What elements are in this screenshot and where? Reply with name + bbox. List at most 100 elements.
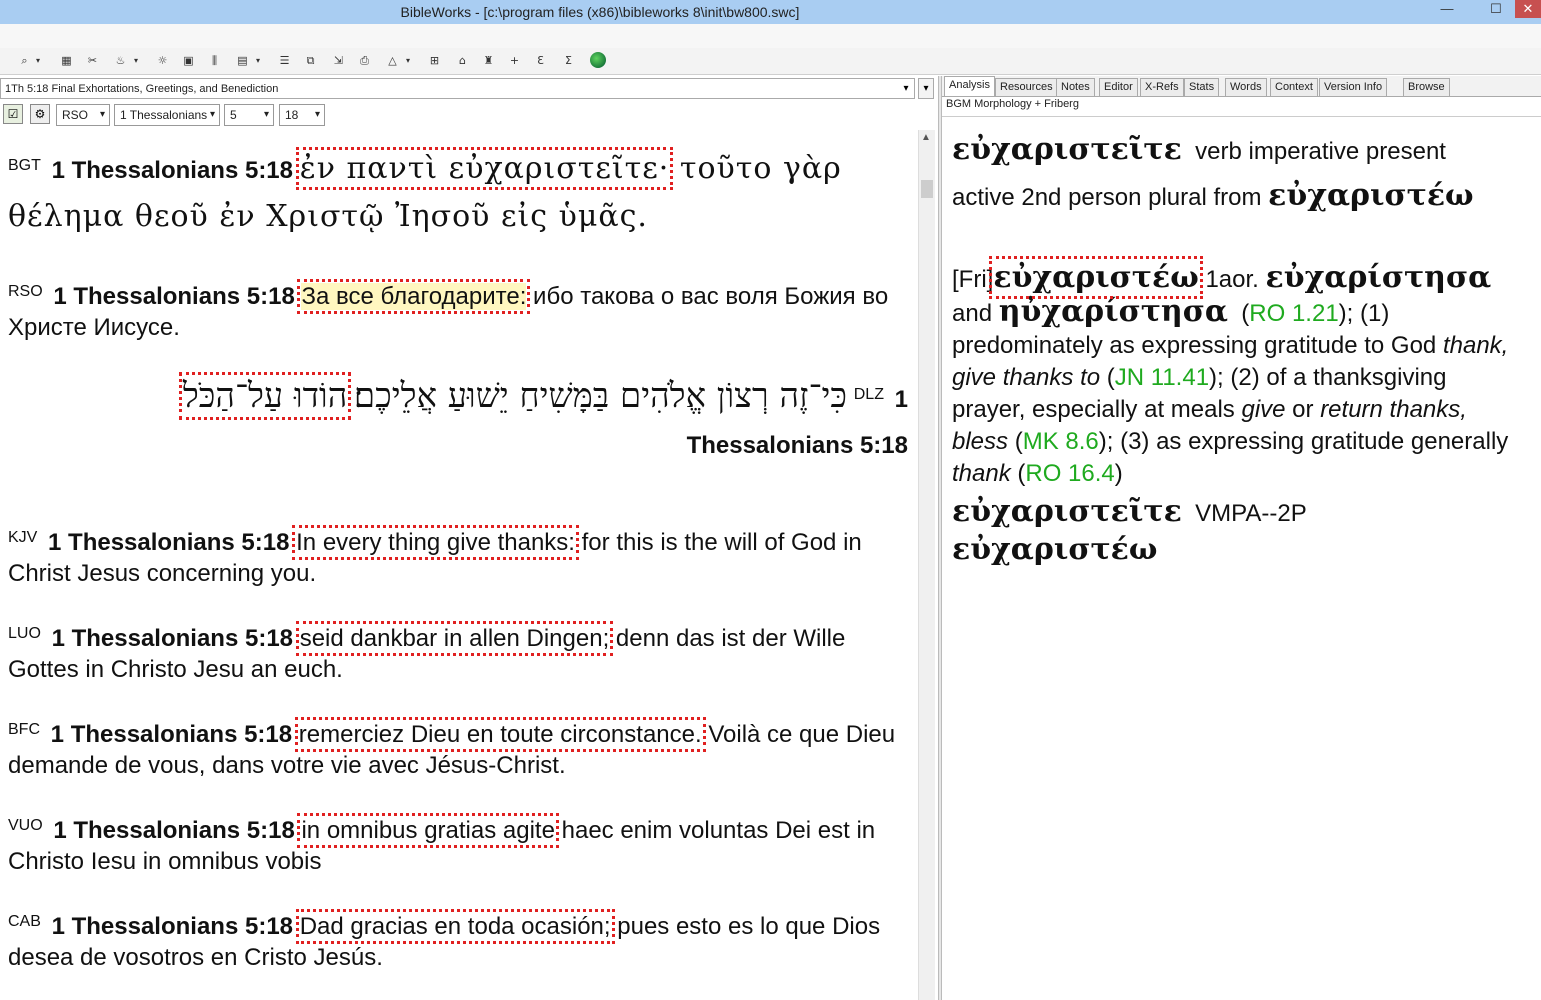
version-select[interactable]: RSO ▾ xyxy=(56,104,110,126)
export-icon[interactable]: ⇲ xyxy=(330,52,347,69)
scroll-up-icon[interactable]: ▲ xyxy=(921,132,931,143)
verse-rso: RSO 1 Thessalonians 5:18 За все благодар… xyxy=(8,276,908,343)
verse-reference[interactable]: 1 Thessalonians 5:18 xyxy=(53,283,294,310)
search-icon[interactable]: ⌕ xyxy=(16,52,33,69)
version-icon[interactable]: Ɛ xyxy=(532,52,549,69)
verse-reference[interactable]: 1 Thessalonians 5:18 xyxy=(52,625,293,652)
divider xyxy=(942,116,1541,117)
chevron-down-icon[interactable]: ▾ xyxy=(406,52,414,69)
maximize-button[interactable]: ☐ xyxy=(1481,0,1511,18)
vertical-scrollbar[interactable]: ▲ xyxy=(918,130,935,1000)
version-label: VUO xyxy=(8,817,43,834)
morph-code: VMPA--2P xyxy=(1195,500,1307,527)
verse-highlight: За все благодарите: xyxy=(297,279,531,314)
tab-stats[interactable]: Stats xyxy=(1184,78,1220,96)
tab-editor[interactable]: Editor xyxy=(1099,78,1138,96)
aorist-label: 1aor. xyxy=(1205,266,1259,293)
plus-icon[interactable]: + xyxy=(506,52,523,69)
chapter-select-value: 5 xyxy=(230,108,237,122)
tab-version-info[interactable]: Version Info xyxy=(1319,78,1388,96)
grid-icon[interactable]: ▤ xyxy=(234,52,251,69)
verse-reference[interactable]: 1 Thessalonians 5:18 xyxy=(48,529,289,556)
tab-analysis[interactable]: Analysis xyxy=(944,76,995,96)
friberg-entry: [Fri]εὐχαριστέω 1aor. εὐχαρίστησα and ηὐ… xyxy=(952,256,1509,567)
window-title: BibleWorks - [c:\program files (x86)\bib… xyxy=(400,4,800,20)
definition-gloss: give xyxy=(1241,396,1286,423)
copy-icon[interactable]: ⧉ xyxy=(302,52,319,69)
verse-text: כִּי־זֶה רְצוֹן אֱלֹהִים בַּמָּשִׁיחַ יֵ… xyxy=(353,376,848,416)
verse-highlight: ἐν παντὶ εὐχαριστεῖτε· xyxy=(295,147,674,190)
layout-icon[interactable]: ⊞ xyxy=(426,52,443,69)
window-icon[interactable]: ▣ xyxy=(180,52,197,69)
tools-icon[interactable]: ⚙ xyxy=(30,104,50,124)
verse-highlight: seid dankbar in allen Dingen; xyxy=(295,621,614,656)
verse-reference[interactable]: 1 Thessalonians 5:18 xyxy=(51,721,292,748)
scripture-link[interactable]: JN 11.41 xyxy=(1115,364,1209,391)
menu-bar xyxy=(0,24,1541,49)
chevron-down-icon: ▾ xyxy=(314,109,320,120)
tools-icon[interactable]: ✂ xyxy=(84,52,101,69)
verse-select[interactable]: 18 ▾ xyxy=(279,104,325,126)
code-lemma[interactable]: εὐχαριστέω xyxy=(952,532,1157,567)
verse-highlight: Dad gracias en toda ocasión; xyxy=(295,909,615,944)
scrollbar-thumb[interactable] xyxy=(921,180,933,198)
passage-selector[interactable]: 1Th 5:18 Final Exhortations, Greetings, … xyxy=(0,78,915,99)
verse-highlight: הוֹדוּ עַל־הַכֹּל xyxy=(178,372,352,420)
verse-reference[interactable]: 1 Thessalonians 5:18 xyxy=(52,913,293,940)
form-icon[interactable]: ⌂ xyxy=(454,52,471,69)
chevron-down-icon[interactable]: ▾ xyxy=(899,80,913,97)
definition-text: ; (3) as expressing gratitude generally xyxy=(1106,428,1509,455)
tab-resources[interactable]: Resources xyxy=(995,78,1058,96)
scripture-link[interactable]: RO 16.4 xyxy=(1025,460,1114,487)
tab-xrefs[interactable]: X-Refs xyxy=(1140,78,1184,96)
verse-highlight: In every thing give thanks: xyxy=(292,525,579,560)
minimize-button[interactable]: — xyxy=(1432,0,1462,18)
tab-context[interactable]: Context xyxy=(1270,78,1318,96)
version-label: BFC xyxy=(8,721,40,738)
bookmark-icon[interactable]: ▦ xyxy=(58,52,75,69)
version-label: CAB xyxy=(8,913,41,930)
verse-luo: LUO 1 Thessalonians 5:18 seid dankbar in… xyxy=(8,618,908,685)
version-label: RSO xyxy=(8,283,43,300)
parallel-icon[interactable]: ⫼ xyxy=(206,52,223,69)
friberg-headword: εὐχαριστέω xyxy=(989,256,1203,299)
verse-reference[interactable]: 1 Thessalonians 5:18 xyxy=(53,817,294,844)
lexicon-icon[interactable]: ♨ xyxy=(112,52,129,69)
selector-row: ☑ ⚙ RSO ▾ 1 Thessalonians ▾ 5 ▾ 18 ▾ xyxy=(0,102,938,128)
definition-text: or xyxy=(1292,396,1314,423)
notes-icon[interactable]: ☼ xyxy=(154,52,171,69)
tab-browse[interactable]: Browse xyxy=(1403,78,1450,96)
verse-dlz: כִּי־זֶה רְצוֹן אֱלֹהִים בַּמָּשִׁיחַ יֵ… xyxy=(20,372,908,469)
book-select-value: 1 Thessalonians xyxy=(120,108,208,122)
verse-highlight: remerciez Dieu en toute circonstance. xyxy=(294,717,706,752)
book-select[interactable]: 1 Thessalonians ▾ xyxy=(114,104,220,126)
check-icon[interactable]: ☑ xyxy=(3,104,23,124)
verse-bgt: BGT 1 Thessalonians 5:18 ἐν παντὶ εὐχαρι… xyxy=(8,143,908,242)
verse-highlight: in omnibus gratias agite xyxy=(297,813,559,848)
parsed-word: εὐχαριστεῖτε xyxy=(952,132,1182,167)
version-label: LUO xyxy=(8,625,41,642)
lemma[interactable]: εὐχαριστέω xyxy=(1268,178,1473,213)
highlight-icon[interactable]: △ xyxy=(384,52,401,69)
word-icon[interactable]: Ʃ xyxy=(560,52,577,69)
toolbar: ⌕ ▾ ▦ ✂ ♨ ▾ ☼ ▣ ⫼ ▤ ▾ ☰ ⧉ ⇲ ⎙ △ ▾ ⊞ ⌂ ♜ … xyxy=(0,48,1541,75)
chevron-down-icon: ▾ xyxy=(99,109,105,120)
chevron-down-icon[interactable]: ▾ xyxy=(134,52,142,69)
globe-icon[interactable] xyxy=(590,52,606,68)
close-button[interactable]: ✕ xyxy=(1515,0,1541,18)
version-label: BGT xyxy=(8,157,41,174)
friberg-label: [Fri] xyxy=(952,266,994,293)
print-icon[interactable]: ⎙ xyxy=(356,52,373,69)
chevron-down-icon[interactable]: ▾ xyxy=(918,78,934,99)
verse-reference[interactable]: 1 Thessalonians 5:18 xyxy=(52,157,293,184)
scripture-link[interactable]: MK 8.6 xyxy=(1023,428,1099,455)
chapter-select[interactable]: 5 ▾ xyxy=(224,104,274,126)
list-icon[interactable]: ☰ xyxy=(276,52,293,69)
tab-words[interactable]: Words xyxy=(1225,78,1267,96)
morphology-source: BGM Morphology + Friberg xyxy=(946,98,1079,110)
scripture-link[interactable]: RO 1.21 xyxy=(1249,300,1338,327)
chevron-down-icon[interactable]: ▾ xyxy=(256,52,264,69)
chevron-down-icon[interactable]: ▾ xyxy=(36,52,44,69)
tab-notes[interactable]: Notes xyxy=(1056,78,1095,96)
sort-icon[interactable]: ♜ xyxy=(480,52,497,69)
